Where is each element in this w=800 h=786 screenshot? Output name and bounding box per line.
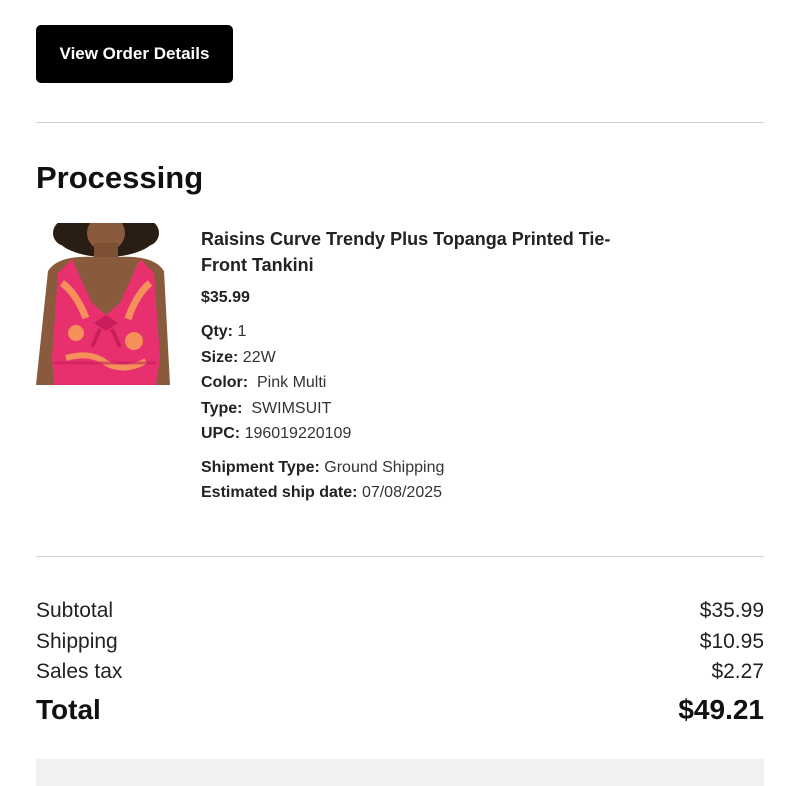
product-name-link[interactable]: Raisins Curve Trendy Plus Topanga Printe… bbox=[201, 226, 641, 278]
attr-size: Size: 22W bbox=[201, 348, 276, 366]
total-value: $49.21 bbox=[678, 693, 764, 725]
divider bbox=[36, 556, 764, 557]
product-attributes: Qty: 1 Size: 22W Color: Pink Multi Type:… bbox=[201, 319, 641, 447]
product-image[interactable] bbox=[36, 223, 170, 385]
view-order-details-button[interactable]: View Order Details bbox=[36, 25, 233, 83]
shipment-type: Shipment Type: Ground Shipping bbox=[201, 458, 445, 476]
attr-qty: Qty: 1 bbox=[201, 323, 247, 340]
attr-type: Type: SWIMSUIT bbox=[201, 399, 332, 417]
attr-upc: UPC: 196019220109 bbox=[201, 425, 352, 442]
sales-tax-value: $2.27 bbox=[711, 660, 764, 683]
product-photo-icon bbox=[36, 223, 170, 385]
total-row: Total $49.21 bbox=[36, 690, 764, 730]
shipping-info: Shipment Type: Ground Shipping Estimated… bbox=[201, 455, 641, 506]
attr-color: Color: Pink Multi bbox=[201, 374, 327, 391]
divider bbox=[36, 122, 764, 123]
subtotal-value: $35.99 bbox=[699, 599, 764, 622]
shipment-status-heading: Processing bbox=[36, 160, 204, 195]
subtotal-row: Subtotal $35.99 bbox=[36, 596, 764, 627]
shipping-value: $10.95 bbox=[699, 629, 764, 653]
sales-tax-label: Sales tax bbox=[36, 660, 123, 683]
shipping-row: Shipping $10.95 bbox=[36, 627, 764, 658]
shipping-label: Shipping bbox=[36, 629, 118, 653]
product-price: $35.99 bbox=[201, 289, 250, 306]
subtotal-label: Subtotal bbox=[36, 599, 114, 622]
item-details: Raisins Curve Trendy Plus Topanga Printe… bbox=[201, 226, 641, 506]
footer-band bbox=[36, 759, 764, 786]
order-summary: Subtotal $35.99 Shipping $10.95 Sales ta… bbox=[36, 596, 764, 730]
total-label: Total bbox=[36, 693, 101, 725]
sales-tax-row: Sales tax $2.27 bbox=[36, 657, 764, 688]
estimated-ship-date: Estimated ship date: 07/08/2025 bbox=[201, 484, 443, 501]
